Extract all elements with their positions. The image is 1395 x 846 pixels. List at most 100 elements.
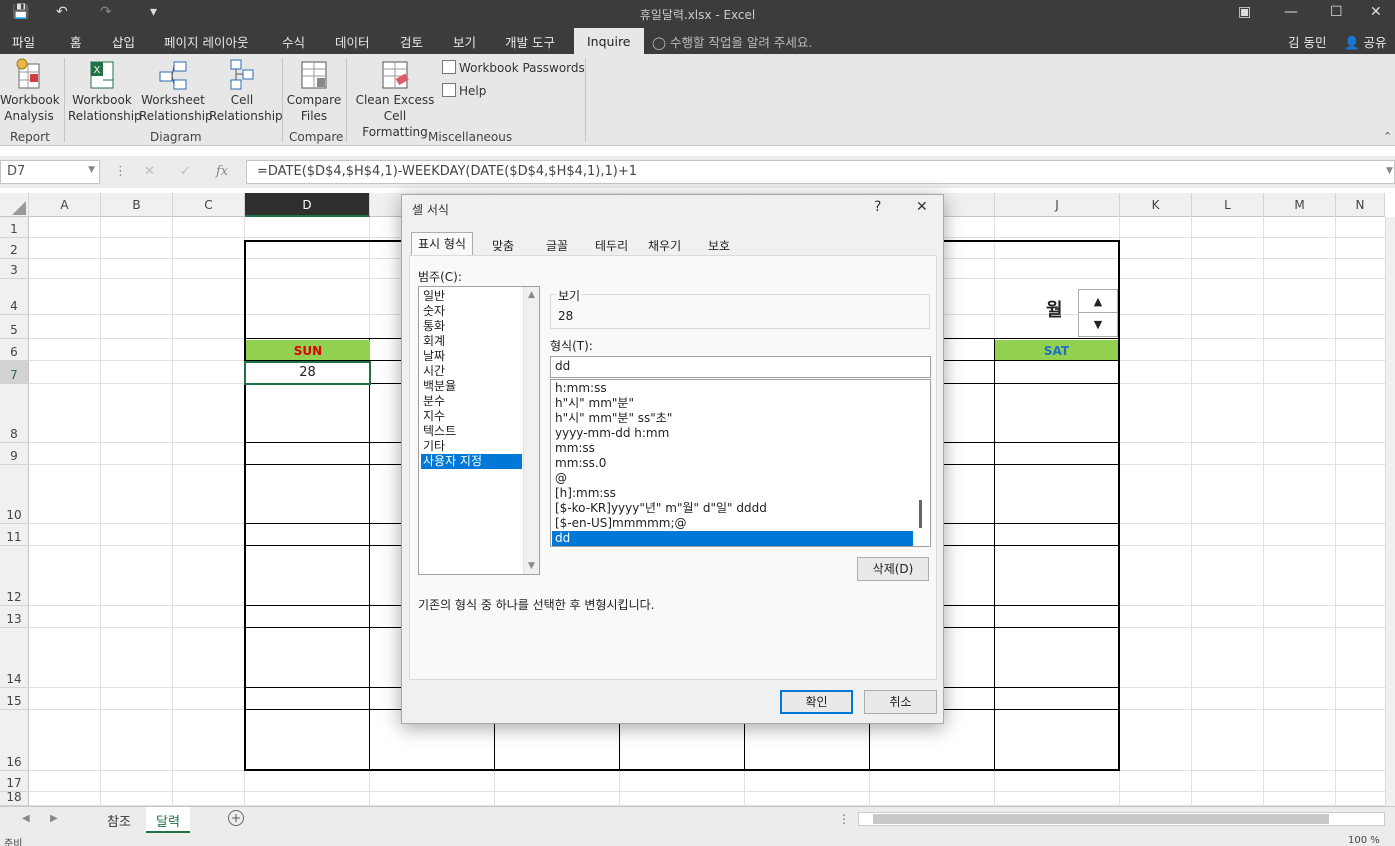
format-scrollbar[interactable] bbox=[913, 380, 930, 546]
row-header-15[interactable]: 15 bbox=[0, 688, 29, 710]
row-header-11[interactable]: 11 bbox=[0, 524, 29, 546]
row-header-14[interactable]: 14 bbox=[0, 628, 29, 688]
add-sheet-icon[interactable]: + bbox=[228, 810, 244, 826]
column-header-n[interactable]: N bbox=[1336, 193, 1385, 217]
zoom-level[interactable]: 100 % bbox=[1348, 835, 1380, 846]
workbook-analysis-button[interactable]: Workbook Analysis bbox=[0, 58, 60, 124]
tab-alignment[interactable]: 맞춤 bbox=[486, 235, 520, 256]
tab-formulas[interactable]: 수식 bbox=[282, 32, 305, 51]
dialog-help-icon[interactable]: ? bbox=[874, 199, 881, 215]
formula-input[interactable]: =DATE($D$4,$H$4,1)-WEEKDAY(DATE($D$4,$H$… bbox=[246, 160, 1395, 184]
tab-inquire[interactable]: Inquire bbox=[574, 28, 644, 54]
delete-format-button[interactable]: 삭제(D) bbox=[857, 557, 929, 581]
row-header-7[interactable]: 7 bbox=[0, 361, 29, 384]
minimize-icon[interactable]: — bbox=[1284, 4, 1298, 20]
category-item[interactable]: 숫자 bbox=[421, 304, 522, 319]
category-item[interactable]: 백분율 bbox=[421, 379, 522, 394]
category-item[interactable]: 시간 bbox=[421, 364, 522, 379]
workbook-passwords-button[interactable]: Workbook Passwords bbox=[442, 60, 585, 75]
row-header-3[interactable]: 3 bbox=[0, 259, 29, 279]
tab-number[interactable]: 표시 형식 bbox=[411, 232, 473, 256]
tab-developer[interactable]: 개발 도구 bbox=[505, 32, 555, 51]
row-header-6[interactable]: 6 bbox=[0, 339, 29, 361]
month-spinner[interactable]: ▲ ▼ bbox=[1078, 289, 1118, 337]
category-item[interactable]: 일반 bbox=[421, 289, 522, 304]
cancel-button[interactable]: 취소 bbox=[864, 690, 937, 714]
spin-up-icon[interactable]: ▲ bbox=[1079, 290, 1117, 313]
collapse-ribbon-icon[interactable]: ⌃ bbox=[1383, 130, 1392, 143]
workbook-relationship-button[interactable]: X Workbook Relationship bbox=[68, 58, 142, 124]
row-header-18[interactable]: 18 bbox=[0, 790, 29, 806]
tab-review[interactable]: 검토 bbox=[400, 32, 423, 51]
row-header-12[interactable]: 12 bbox=[0, 546, 29, 606]
sheet-tab-calendar[interactable]: 달력 bbox=[146, 807, 190, 833]
column-header-m[interactable]: M bbox=[1264, 193, 1336, 217]
format-item[interactable]: h:mm:ss bbox=[552, 381, 913, 396]
format-input[interactable]: dd bbox=[550, 356, 931, 378]
category-item[interactable]: 통화 bbox=[421, 319, 522, 334]
scroll-up-icon[interactable]: ▲ bbox=[528, 290, 535, 300]
scroll-down-icon[interactable]: ▼ bbox=[528, 561, 535, 571]
row-header-4[interactable]: 4 bbox=[0, 279, 29, 315]
column-header-j[interactable]: J bbox=[995, 193, 1120, 217]
scroll-left-icon[interactable]: ◀ bbox=[22, 813, 30, 824]
row-header-9[interactable]: 9 bbox=[0, 443, 29, 465]
tab-font[interactable]: 글꼴 bbox=[540, 235, 574, 256]
column-header-a[interactable]: A bbox=[29, 193, 101, 217]
format-item[interactable]: h"시" mm"분" bbox=[552, 396, 913, 411]
row-header-13[interactable]: 13 bbox=[0, 606, 29, 628]
cancel-entry-icon[interactable]: ✕ bbox=[144, 164, 155, 179]
tab-file[interactable]: 파일 bbox=[12, 32, 35, 51]
format-item[interactable]: yyyy-mm-dd h:mm bbox=[552, 426, 913, 441]
row-header-17[interactable]: 17 bbox=[0, 771, 29, 792]
more-options-icon[interactable]: ⋮ bbox=[114, 164, 127, 179]
tab-view[interactable]: 보기 bbox=[453, 32, 476, 51]
ribbon-display-options-icon[interactable]: ▣ bbox=[1238, 4, 1251, 20]
category-list[interactable]: 일반 숫자 통화 회계 날짜 시간 백분율 분수 지수 텍스트 기타 사용자 지정 ▲ ▼ bbox=[418, 286, 540, 575]
category-item[interactable]: 기타 bbox=[421, 439, 522, 454]
row-header-2[interactable]: 2 bbox=[0, 238, 29, 259]
format-list[interactable]: h:mm:ss h"시" mm"분" h"시" mm"분" ss"초" yyyy-mm… bbox=[550, 379, 931, 547]
category-item[interactable]: 날짜 bbox=[421, 349, 522, 364]
tab-page-layout[interactable]: 페이지 레이아웃 bbox=[164, 32, 248, 51]
name-box[interactable]: D7 ▼ bbox=[0, 160, 100, 184]
tab-home[interactable]: 홈 bbox=[70, 32, 82, 51]
compare-files-button[interactable]: Compare Files bbox=[285, 58, 343, 124]
horizontal-scroll-thumb[interactable] bbox=[873, 814, 1329, 824]
column-header-b[interactable]: B bbox=[101, 193, 173, 217]
horizontal-scrollbar[interactable] bbox=[858, 812, 1385, 826]
format-item[interactable]: h"시" mm"분" ss"초" bbox=[552, 411, 913, 426]
format-item[interactable]: @ bbox=[552, 471, 913, 486]
confirm-entry-icon[interactable]: ✓ bbox=[180, 164, 191, 179]
format-item[interactable]: [$-ko-KR]yyyy"년" m"월" d"일" dddd bbox=[552, 501, 913, 516]
expand-formula-bar-icon[interactable]: ▼ bbox=[1386, 166, 1393, 176]
row-header-16[interactable]: 16 bbox=[0, 710, 29, 771]
format-scroll-thumb[interactable] bbox=[919, 500, 922, 528]
format-item[interactable]: mm:ss bbox=[552, 441, 913, 456]
column-header-k[interactable]: K bbox=[1120, 193, 1192, 217]
insert-function-icon[interactable]: fx bbox=[216, 164, 228, 179]
row-header-1[interactable]: 1 bbox=[0, 217, 29, 238]
category-item[interactable]: 회계 bbox=[421, 334, 522, 349]
tab-data[interactable]: 데이터 bbox=[335, 32, 370, 51]
format-item[interactable]: mm:ss.0 bbox=[552, 456, 913, 471]
tab-split-icon[interactable]: ⋮ bbox=[838, 812, 850, 826]
worksheet-relationship-button[interactable]: Worksheet Relationship bbox=[139, 58, 213, 124]
tell-me-box[interactable]: ◯ 수행할 작업을 알려 주세요. bbox=[652, 32, 812, 51]
column-header-d[interactable]: D bbox=[245, 193, 370, 217]
category-item[interactable]: 지수 bbox=[421, 409, 522, 424]
row-header-5[interactable]: 5 bbox=[0, 315, 29, 339]
category-scrollbar[interactable]: ▲ ▼ bbox=[523, 287, 539, 574]
row-header-10[interactable]: 10 bbox=[0, 465, 29, 524]
ok-button[interactable]: 확인 bbox=[780, 690, 853, 714]
cell-relationship-button[interactable]: Cell Relationship bbox=[209, 58, 283, 124]
row-header-8[interactable]: 8 bbox=[0, 384, 29, 443]
clean-excess-formatting-button[interactable]: Clean Excess Cell Formatting bbox=[350, 58, 440, 140]
category-item[interactable]: 텍스트 bbox=[421, 424, 522, 439]
maximize-icon[interactable]: ☐ bbox=[1330, 4, 1343, 20]
help-button[interactable]: Help bbox=[442, 83, 486, 98]
column-header-c[interactable]: C bbox=[173, 193, 245, 217]
format-item[interactable]: [$-en-US]mmmmm;@ bbox=[552, 516, 913, 531]
column-header-l[interactable]: L bbox=[1192, 193, 1264, 217]
tab-protection[interactable]: 보호 bbox=[702, 235, 736, 256]
